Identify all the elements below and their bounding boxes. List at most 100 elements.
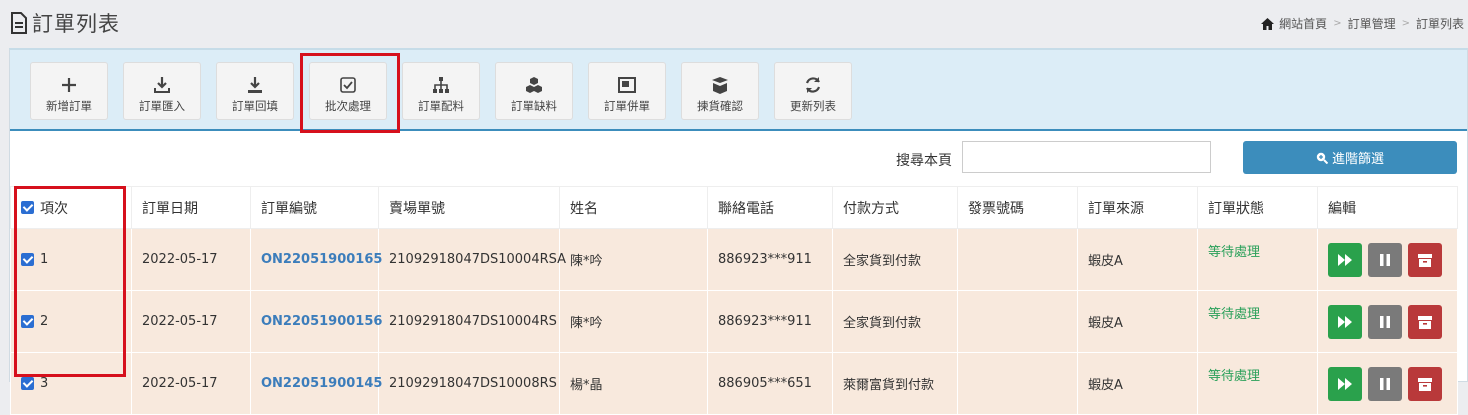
header-phone[interactable]: 聯絡電話 [707,186,833,229]
table-row: 3 2022-05-17 ON22051900145 21092918047DS… [10,352,1458,415]
payment-cell: 萊爾富貨到付款 [832,352,958,415]
header-shop-number[interactable]: 賣場單號 [378,186,560,229]
toolbar: 新增訂單 訂單匯入 訂單回填 批次處理 訂單配料 訂單缺料 訂單併單 揀貨確認 [10,50,1467,131]
source-cell: 蝦皮A [1077,290,1198,353]
order-date-cell: 2022-05-17 [131,228,251,291]
header-order-date[interactable]: 訂單日期 [131,186,251,229]
name-cell: 陳*吟 [559,290,708,353]
merge-orders-button[interactable]: 訂單併單 [588,62,666,120]
archive-icon [1418,253,1432,267]
advanced-filter-label: 進階篩選 [1331,152,1384,167]
fast-forward-icon [1338,315,1352,328]
pause-button[interactable] [1368,242,1402,277]
archive-button[interactable] [1408,242,1442,277]
plus-icon [62,78,76,92]
breadcrumb-separator: > [1333,18,1342,29]
backfill-orders-button[interactable]: 訂單回填 [216,62,294,120]
pause-icon [1380,315,1390,328]
shop-number-cell: 21092918047DS10008RS [378,352,560,415]
page-title: 訂單列表 [32,12,120,36]
payment-cell: 全家貨到付款 [832,228,958,291]
document-icon [11,12,27,34]
table-header-row: 項次 訂單日期 訂單編號 賣場單號 姓名 聯絡電話 付款方式 發票號碼 訂單來源… [10,186,1458,229]
page-header: 訂單列表 網站首頁 > 訂單管理 > 訂單列表 [0,0,1468,40]
header-payment[interactable]: 付款方式 [832,186,958,229]
edit-actions-cell [1317,352,1458,415]
button-label: 更新列表 [790,99,836,113]
table-row: 1 2022-05-17 ON22051900165 21092918047DS… [10,228,1458,291]
status-cell: 等待處理 [1197,290,1318,353]
search-label: 搜尋本頁 [896,153,952,169]
order-number-link[interactable]: ON22051900156 [250,290,382,353]
picking-confirm-button[interactable]: 揀貨確認 [681,62,759,120]
button-label: 訂單匯入 [139,99,185,113]
header-invoice[interactable]: 發票號碼 [957,186,1078,229]
table-row: 2 2022-05-17 ON22051900156 21092918047DS… [10,290,1458,353]
order-date-cell: 2022-05-17 [131,290,251,353]
name-cell: 陳*吟 [559,228,708,291]
download-tray-icon [154,77,170,93]
open-box-icon [712,77,728,94]
button-label: 訂單併單 [604,99,650,113]
process-button[interactable] [1328,366,1362,401]
order-shortage-button[interactable]: 訂單缺料 [495,62,573,120]
name-cell: 楊*晶 [559,352,708,415]
archive-icon [1418,377,1432,391]
archive-button[interactable] [1408,366,1442,401]
process-button[interactable] [1328,304,1362,339]
download-icon [248,77,262,93]
header-name[interactable]: 姓名 [559,186,708,229]
breadcrumb: 網站首頁 > 訂單管理 > 訂單列表 [1261,15,1464,32]
breadcrumb-current: 訂單列表 [1415,17,1464,31]
source-cell: 蝦皮A [1077,352,1198,415]
edit-actions-cell [1317,290,1458,353]
title-wrap: 訂單列表 [10,8,120,38]
invoice-cell [957,352,1078,415]
invoice-cell [957,228,1078,291]
order-number-link[interactable]: ON22051900145 [250,352,382,415]
import-orders-button[interactable]: 訂單匯入 [123,62,201,120]
archive-icon [1418,315,1432,329]
search-input[interactable] [962,141,1211,173]
pause-button[interactable] [1368,366,1402,401]
order-date-cell: 2022-05-17 [131,352,251,415]
add-order-button[interactable]: 新增訂單 [30,62,108,120]
home-icon [1261,17,1275,30]
process-button[interactable] [1328,242,1362,277]
button-label: 訂單缺料 [511,99,557,113]
header-order-number[interactable]: 訂單編號 [250,186,379,229]
shop-number-cell: 21092918047DS10004RSA [378,228,566,291]
order-allocation-button[interactable]: 訂單配料 [402,62,480,120]
orders-table: 項次 訂單日期 訂單編號 賣場單號 姓名 聯絡電話 付款方式 發票號碼 訂單來源… [10,186,1458,415]
breadcrumb-home[interactable]: 網站首頁 [1279,15,1327,32]
phone-cell: 886923***911 [707,228,833,291]
button-label: 訂單配料 [418,99,464,113]
pause-icon [1380,377,1390,390]
refresh-icon [805,77,821,93]
edit-actions-cell [1317,228,1458,291]
invoice-cell [957,290,1078,353]
cubes-icon [526,77,542,93]
highlight-batch-button [300,53,400,133]
pause-button[interactable] [1368,304,1402,339]
highlight-checkbox-column [14,186,126,377]
advanced-filter-button[interactable]: 進階篩選 [1243,141,1457,174]
header-source[interactable]: 訂單來源 [1077,186,1198,229]
phone-cell: 886923***911 [707,290,833,353]
header-status[interactable]: 訂單狀態 [1197,186,1318,229]
breadcrumb-orders[interactable]: 訂單管理 [1348,15,1396,32]
merge-window-icon [618,77,636,93]
search-plus-icon [1316,152,1328,164]
shop-number-cell: 21092918047DS10004RS [378,290,560,353]
source-cell: 蝦皮A [1077,228,1198,291]
payment-cell: 全家貨到付款 [832,290,958,353]
order-number-link[interactable]: ON22051900165 [250,228,382,291]
fast-forward-icon [1338,377,1352,390]
button-label: 訂單回填 [232,99,278,113]
fast-forward-icon [1338,253,1352,266]
breadcrumb-separator: > [1401,18,1410,29]
phone-cell: 886905***651 [707,352,833,415]
pause-icon [1380,253,1390,266]
refresh-list-button[interactable]: 更新列表 [774,62,852,120]
archive-button[interactable] [1408,304,1442,339]
